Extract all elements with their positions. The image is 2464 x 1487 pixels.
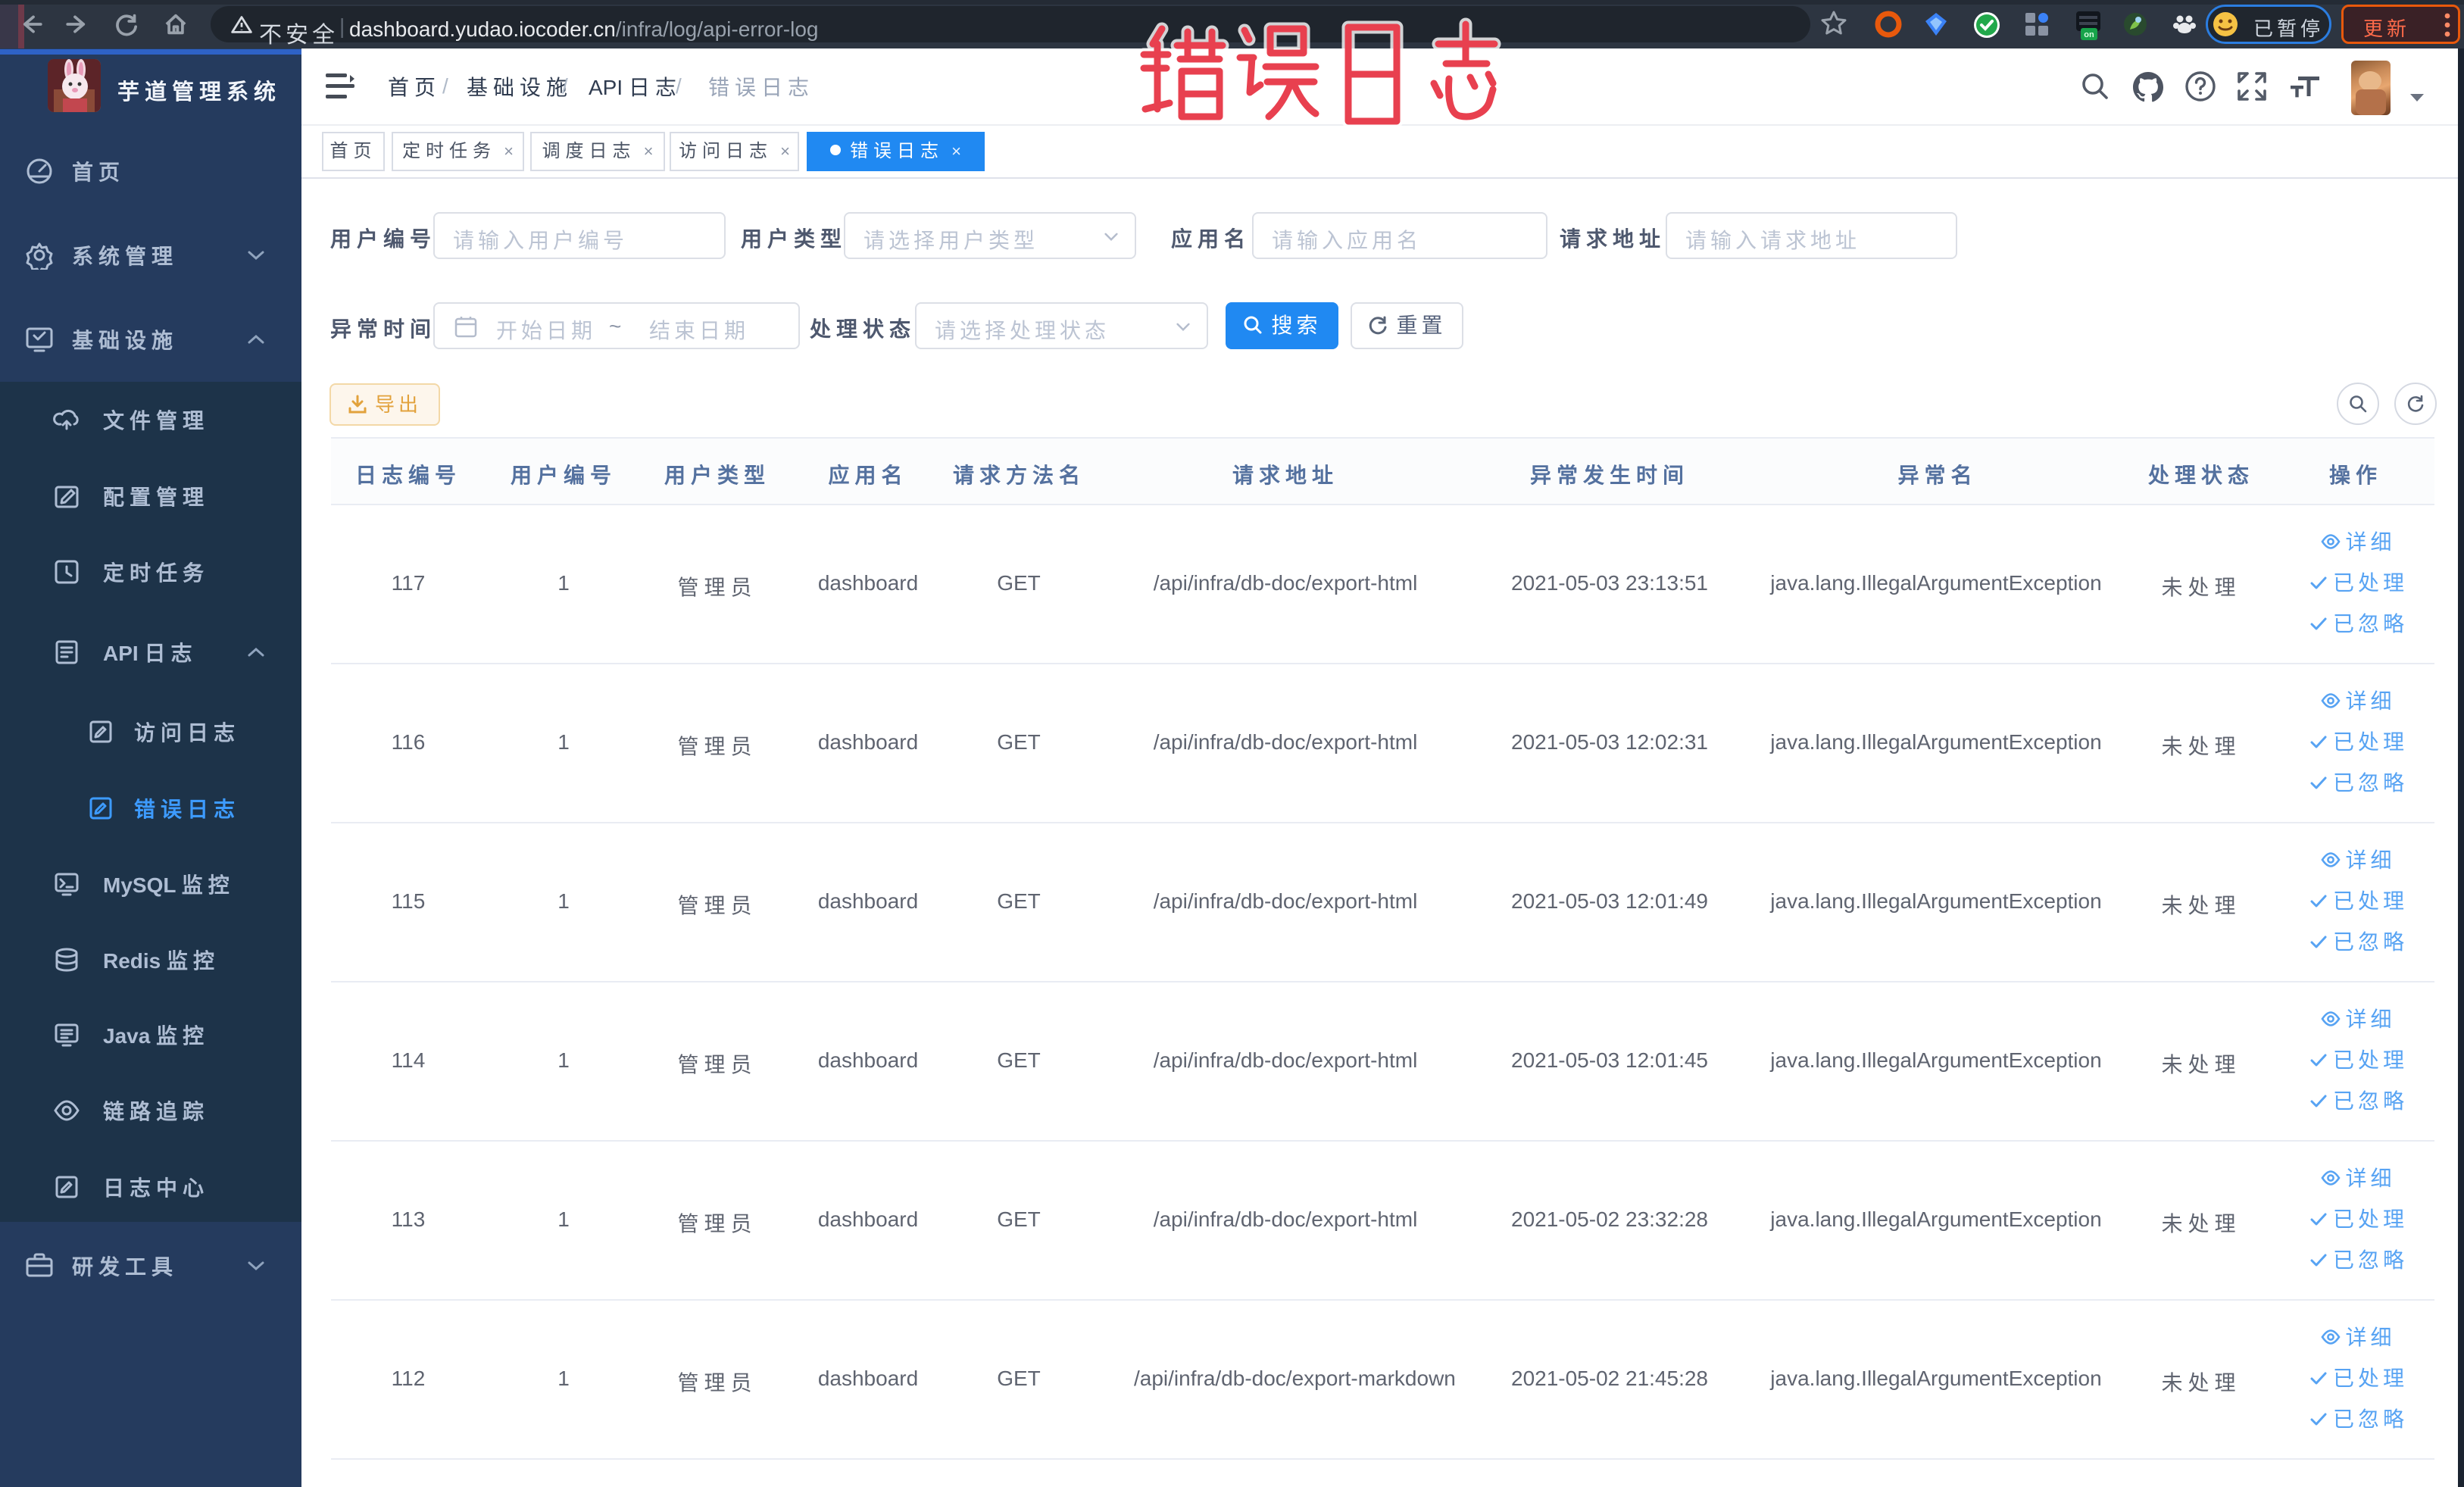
svg-text:on: on	[2084, 30, 2094, 39]
